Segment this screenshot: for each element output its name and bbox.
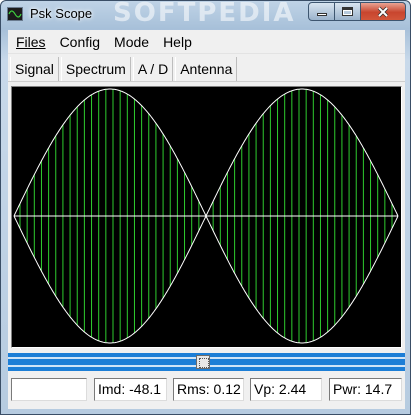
view-tabs: Signal Spectrum A / D Antenna (8, 56, 405, 82)
close-icon (377, 6, 389, 17)
menu-mode[interactable]: Mode (108, 31, 155, 53)
app-window: Psk Scope SOFTPEDIA Files Config Mode He… (0, 0, 411, 415)
status-rms: Rms: 0.12 (173, 378, 244, 401)
status-imd: Imd: -48.1 (94, 378, 167, 401)
status-pwr: Pwr: 14.7 (329, 378, 402, 401)
client-area: Files Config Mode Help Signal Spectrum A… (8, 30, 405, 409)
window-title: Psk Scope (30, 6, 93, 21)
menu-help[interactable]: Help (157, 31, 198, 53)
menu-config[interactable]: Config (54, 31, 106, 53)
level-slider[interactable] (8, 353, 405, 371)
envelope-lower (13, 214, 399, 344)
title-bar[interactable]: Psk Scope SOFTPEDIA (1, 0, 410, 29)
status-bar: Imd: -48.1 Rms: 0.12 Vp: 2.44 Pwr: 14.7 (8, 376, 405, 404)
minimize-button[interactable] (308, 2, 335, 21)
watermark: SOFTPEDIA (113, 0, 296, 28)
scope-app-icon[interactable] (7, 7, 23, 21)
tab-signal[interactable]: Signal (10, 56, 59, 81)
tab-antenna[interactable]: Antenna (175, 56, 238, 81)
menu-bar: Files Config Mode Help (8, 30, 405, 54)
status-field-blank (11, 378, 87, 401)
scope-waveform (13, 88, 399, 344)
tab-spectrum[interactable]: Spectrum (60, 56, 131, 81)
slider-thumb[interactable] (196, 355, 210, 369)
menu-files[interactable]: Files (10, 31, 52, 53)
status-vp: Vp: 2.44 (250, 378, 322, 401)
minimize-icon (316, 13, 327, 16)
envelope-upper (13, 88, 399, 218)
scope-display (11, 86, 402, 348)
maximize-icon (342, 7, 353, 16)
menu-files-label: Files (16, 33, 46, 50)
window-controls (308, 2, 406, 21)
close-button[interactable] (361, 2, 406, 21)
maximize-button[interactable] (335, 2, 361, 21)
tab-ad[interactable]: A / D (132, 56, 174, 81)
